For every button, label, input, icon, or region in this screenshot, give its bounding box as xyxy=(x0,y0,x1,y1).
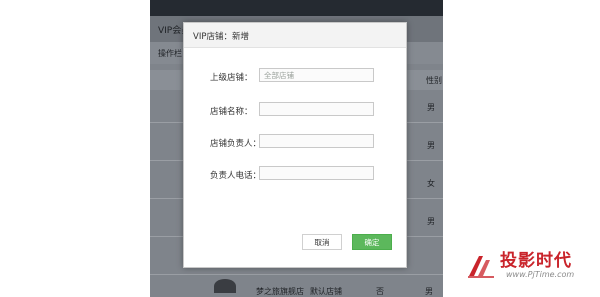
manager-phone-input[interactable] xyxy=(259,166,374,180)
add-store-dialog: VIP店铺：新增 上级店铺： 店铺名称： 店铺负责人： 负责人电话： 取消 确定 xyxy=(183,22,407,268)
store-manager-label: 店铺负责人： xyxy=(210,139,262,149)
store-name-input[interactable] xyxy=(259,102,374,116)
column-header-gender: 性别 xyxy=(426,76,442,85)
cancel-button[interactable]: 取消 xyxy=(302,234,342,250)
watermark: 投影时代 www.PjTime.com xyxy=(466,244,596,294)
dialog-title: VIP店铺：新增 xyxy=(193,32,249,42)
parent-store-select[interactable] xyxy=(259,68,374,82)
store-name-label: 店铺名称： xyxy=(210,107,253,117)
table-cell-gender: 男 xyxy=(427,103,435,112)
manager-phone-label: 负责人电话： xyxy=(210,171,262,181)
table-cell-gender: 女 xyxy=(427,179,435,188)
table-cell-gender: 男 xyxy=(425,287,433,296)
avatar xyxy=(214,279,236,293)
table-cell-status: 否 xyxy=(376,287,384,296)
table-cell-store: 默认店铺 xyxy=(310,287,342,296)
pjtime-logo-icon xyxy=(468,256,494,278)
table-cell-gender: 男 xyxy=(427,217,435,226)
table-cell-gender: 男 xyxy=(427,141,435,150)
app-toolbar-label: 操作栏 xyxy=(158,49,182,58)
table-row-divider xyxy=(150,274,443,275)
table-cell-name: 梦之旅旗舰店 xyxy=(256,287,304,296)
watermark-url: www.PjTime.com xyxy=(506,270,575,279)
parent-store-label: 上级店铺： xyxy=(210,73,253,83)
watermark-name: 投影时代 xyxy=(500,251,572,271)
dialog-header: VIP店铺：新增 xyxy=(184,23,406,48)
store-manager-input[interactable] xyxy=(259,134,374,148)
app-topbar xyxy=(150,0,443,16)
confirm-button[interactable]: 确定 xyxy=(352,234,392,250)
